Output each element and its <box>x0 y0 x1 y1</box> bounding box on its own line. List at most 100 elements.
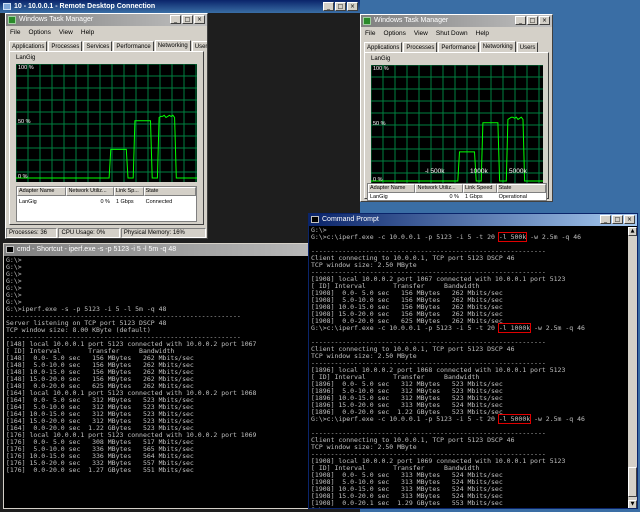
table-row[interactable]: LanGig 0 % 1 Gbps Connected <box>17 198 196 206</box>
menu-options[interactable]: Options <box>383 28 405 39</box>
client-console-controls: _ □ × <box>600 215 635 224</box>
status-cpu-usage: CPU Usage: 0% <box>58 228 120 238</box>
console-line: G:\> <box>6 270 22 278</box>
tab-performance[interactable]: Performance <box>438 42 479 52</box>
adapter-list: Adapter Name Network Utiliz... Link Sp..… <box>16 186 197 222</box>
col-network-utilization[interactable]: Network Utiliz... <box>415 184 463 193</box>
menu-view[interactable]: View <box>59 27 73 38</box>
maximize-button[interactable]: □ <box>182 15 193 24</box>
col-link-speed[interactable]: Link Sp... <box>113 187 144 196</box>
console-line: G:\>c:\iperf.exe -c 10.0.0.1 -p 5123 -i … <box>311 414 585 424</box>
cell-state: Connected <box>145 199 173 205</box>
graph-annotation-5000k: 5000k <box>509 168 527 175</box>
menu-shut-down[interactable]: Shut Down <box>436 28 468 39</box>
cell-utilization: 0 % <box>449 194 459 200</box>
task-manager-right: Windows Task Manager _ □ × File Options … <box>360 14 553 202</box>
tm-left-tabs: Applications Processes Services Performa… <box>9 40 207 51</box>
tm-right-title: Windows Task Manager <box>374 17 449 24</box>
adapter-graph-label: LanGig <box>371 56 391 62</box>
close-button[interactable]: × <box>539 16 550 25</box>
minimize-button[interactable]: _ <box>600 215 611 224</box>
menu-file[interactable]: File <box>365 28 375 39</box>
console-line: G:\> <box>6 277 22 285</box>
menu-file[interactable]: File <box>10 27 20 38</box>
scroll-up-arrow[interactable]: ▲ <box>628 227 637 236</box>
client-console-title-bar[interactable]: Command Prompt <box>309 214 637 226</box>
rdp-title: 10 - 10.0.0.1 - Remote Desktop Connectio… <box>14 3 156 10</box>
menu-options[interactable]: Options <box>28 27 50 38</box>
tab-users[interactable]: Users <box>516 42 539 52</box>
maximize-button[interactable]: □ <box>612 215 623 224</box>
cell-link-speed: 1 Gbps <box>464 194 483 200</box>
graph-annotation-500k: -l 500k <box>425 168 445 175</box>
console-line: [1908] 0.0-20.1 sec 1.29 GBytes 553 Mbit… <box>311 499 503 507</box>
client-console-scrollbar[interactable]: ▲ ▼ <box>628 227 637 508</box>
server-console-window: cmd - Shortcut - iperf.exe -s -p 5123 -i… <box>3 243 357 509</box>
client-console-window: Command Prompt _ □ × G:\> G:\>c:\iperf.ex… <box>308 213 638 509</box>
server-console-title-bar[interactable]: cmd - Shortcut - iperf.exe -s -p 5123 -i… <box>4 244 356 256</box>
tab-services[interactable]: Services <box>83 41 113 51</box>
close-button[interactable]: × <box>194 15 205 24</box>
console-line: G:\> <box>6 291 22 299</box>
rdp-window-controls: _ □ × <box>323 2 358 11</box>
tab-applications[interactable]: Applications <box>364 42 403 52</box>
tm-left-title: Windows Task Manager <box>19 16 94 23</box>
minimize-button[interactable]: _ <box>170 15 181 24</box>
menu-help[interactable]: Help <box>81 27 94 38</box>
minimize-button[interactable]: _ <box>323 2 334 11</box>
status-processes: Processes: 36 <box>6 228 58 238</box>
graph-annotation-1000k: 1000k <box>470 168 488 175</box>
tm-right-tabs: Applications Processes Performance Netwo… <box>364 41 549 52</box>
task-manager-icon <box>363 17 371 25</box>
network-utilization-graph: 100 % 50 % 0 % -l 500k 1000k 5000k <box>371 65 543 185</box>
status-physical-memory: Physical Memory: 16% <box>120 228 206 238</box>
tm-left-menubar: File Options View Help <box>6 27 207 38</box>
adapter-graph-label: LanGig <box>16 55 36 61</box>
cell-state: Operational <box>498 194 528 200</box>
server-console-output[interactable]: G:\> G:\> G:\> G:\> G:\> G:\> G:\> G:\>iperf.ex… <box>6 257 346 474</box>
y-label-50: 50 % <box>18 119 31 125</box>
col-state[interactable]: State <box>143 187 196 196</box>
menu-help[interactable]: Help <box>476 28 489 39</box>
console-line: G:\> <box>311 507 627 509</box>
rdp-title-bar[interactable]: 10 - 10.0.0.1 - Remote Desktop Connectio… <box>0 0 360 13</box>
console-icon <box>6 246 14 253</box>
col-adapter-name[interactable]: Adapter Name <box>368 184 416 193</box>
adapter-list: Adapter Name Network Utiliz... Link Spee… <box>367 183 547 201</box>
cell-link-speed: 1 Gbps <box>115 199 134 205</box>
client-console-output[interactable]: G:\> G:\>c:\iperf.exe -c 10.0.0.1 -p 5123… <box>311 227 627 509</box>
close-button[interactable]: × <box>624 215 635 224</box>
y-label-0: 0 % <box>18 174 28 180</box>
tab-networking[interactable]: Networking <box>154 40 191 51</box>
scroll-thumb[interactable] <box>628 467 637 497</box>
minimize-button[interactable]: _ <box>515 16 526 25</box>
utilization-series-line <box>16 114 197 179</box>
tab-processes[interactable]: Processes <box>403 42 438 52</box>
close-button[interactable]: × <box>347 2 358 11</box>
y-label-100: 100 % <box>373 66 389 72</box>
tm-right-controls: _ □ × <box>515 16 550 25</box>
maximize-button[interactable]: □ <box>335 2 346 11</box>
col-adapter-name[interactable]: Adapter Name <box>17 187 67 196</box>
tab-applications[interactable]: Applications <box>9 41 48 51</box>
console-line: G:\>c:\iperf.exe -c 10.0.0.1 -p 5123 -i … <box>311 323 585 333</box>
tab-users[interactable]: Users <box>191 41 207 51</box>
tab-networking[interactable]: Networking <box>479 41 516 52</box>
cell-adapter-name: LanGig <box>370 194 388 200</box>
menu-view[interactable]: View <box>414 28 428 39</box>
console-icon <box>311 216 319 223</box>
network-utilization-graph: 100 % 50 % 0 % <box>16 64 197 182</box>
col-network-utilization[interactable]: Network Utiliz... <box>66 187 114 196</box>
maximize-button[interactable]: □ <box>527 16 538 25</box>
tab-processes[interactable]: Processes <box>48 41 83 51</box>
col-link-speed[interactable]: Link Speed <box>462 184 497 193</box>
buffer-size-highlight: -l 500k <box>497 232 528 242</box>
task-manager-left: Windows Task Manager _ □ × File Options … <box>5 13 208 239</box>
col-state[interactable]: State <box>496 184 546 193</box>
y-label-50: 50 % <box>373 121 386 127</box>
tab-performance[interactable]: Performance <box>113 41 154 51</box>
server-console-title: cmd - Shortcut - iperf.exe -s -p 5123 -i… <box>17 246 177 253</box>
table-row[interactable]: LanGig 0 % 1 Gbps Operational <box>368 193 546 201</box>
scroll-down-arrow[interactable]: ▼ <box>628 500 637 508</box>
graph-canvas <box>371 65 543 185</box>
